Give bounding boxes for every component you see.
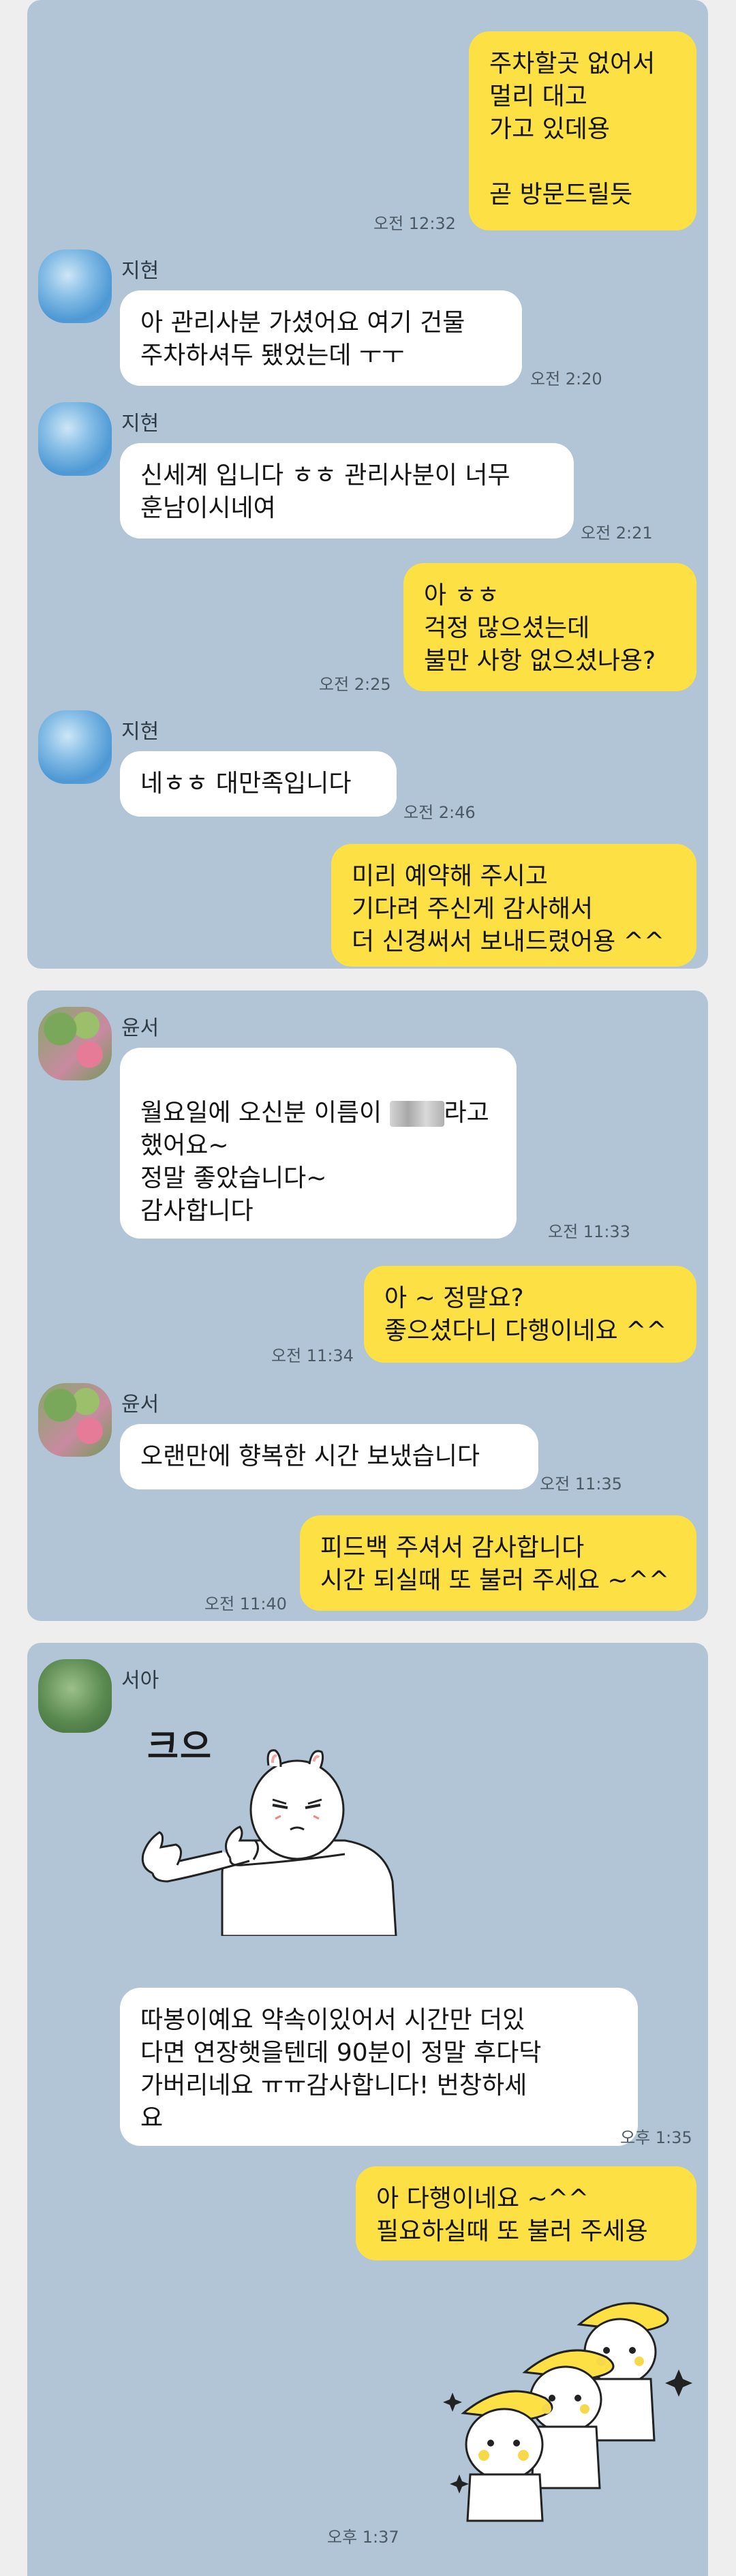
message-text: 라고 bbox=[444, 1099, 489, 1127]
message-text: 했어요~ 정말 좋았습니다~ 감사합니다 bbox=[140, 1132, 327, 1225]
chat-panel-3: 서아 크으 따봉이예요 약속이있어서 시간만 더있 다면 연장햇을텐데 90분이… bbox=[27, 1643, 708, 2576]
received-message-bubble[interactable]: 오랜만에 향복한 시간 보냈습니다 bbox=[120, 1424, 538, 1489]
message-time: 오전 11:34 bbox=[271, 1346, 354, 1365]
avatar[interactable] bbox=[38, 1659, 112, 1733]
message-time: 오전 12:32 bbox=[373, 214, 456, 233]
message-time: 오전 2:25 bbox=[319, 675, 391, 694]
chat-panel-1: 주차할곳 없어서 멀리 대고 가고 있데용 곧 방문드릴듯 오전 12:32 지… bbox=[27, 0, 708, 969]
sender-name: 지현 bbox=[121, 720, 159, 744]
message-text: 월요일에 오신분 이름이 bbox=[140, 1099, 390, 1127]
my-message-bubble[interactable]: 주차할곳 없어서 멀리 대고 가고 있데용 곧 방문드릴듯 bbox=[469, 31, 696, 230]
sender-name: 지현 bbox=[121, 259, 159, 283]
avatar[interactable] bbox=[38, 1383, 112, 1457]
avatar[interactable] bbox=[38, 249, 112, 323]
my-message-bubble[interactable]: 아 ㅎㅎ 걱정 많으셨는데 불만 사항 없으셨나용? bbox=[403, 563, 696, 691]
avatar[interactable] bbox=[38, 402, 112, 476]
message-time: 오후 1:37 bbox=[327, 2528, 399, 2547]
avatar[interactable] bbox=[38, 710, 112, 784]
message-time: 오후 1:35 bbox=[620, 2128, 692, 2147]
blurred-name bbox=[389, 1101, 444, 1127]
dancing-cats-sticker[interactable] bbox=[436, 2277, 708, 2522]
message-time: 오전 11:35 bbox=[540, 1474, 622, 1494]
my-message-bubble[interactable]: 아 ~ 정말요? 좋으셨다니 다행이네요 ^^ bbox=[364, 1266, 696, 1363]
thumbs-up-cat-sticker[interactable] bbox=[120, 1745, 433, 1936]
message-time: 오전 11:33 bbox=[548, 1222, 630, 1241]
sender-name: 윤서 bbox=[121, 1393, 159, 1416]
sender-name: 윤서 bbox=[121, 1016, 159, 1040]
sender-name: 서아 bbox=[121, 1669, 159, 1693]
my-message-bubble[interactable]: 아 다행이네요 ~^^ 필요하실때 또 불러 주세용 bbox=[356, 2166, 696, 2260]
received-message-bubble[interactable]: 아 관리사분 가셨어요 여기 건물 주차하셔두 됐었는데 ㅜㅜ bbox=[120, 290, 522, 386]
received-message-bubble[interactable]: 월요일에 오신분 이름이 라고했어요~ 정말 좋았습니다~ 감사합니다 bbox=[120, 1048, 517, 1239]
sender-name: 지현 bbox=[121, 412, 159, 436]
message-time: 오전 2:20 bbox=[530, 369, 602, 389]
received-message-bubble[interactable]: 따봉이예요 약속이있어서 시간만 더있 다면 연장햇을텐데 90분이 정말 후다… bbox=[120, 1988, 638, 2146]
received-message-bubble[interactable]: 신세계 입니다 ㅎㅎ 관리사분이 너무 훈남이시네여 bbox=[120, 443, 574, 539]
avatar[interactable] bbox=[38, 1007, 112, 1080]
my-message-bubble[interactable]: 미리 예약해 주시고 기다려 주신게 감사해서 더 신경써서 보내드렸어용 ^^ bbox=[331, 844, 696, 967]
received-message-bubble[interactable]: 네ㅎㅎ 대만족입니다 bbox=[120, 751, 397, 817]
message-time: 오전 2:21 bbox=[581, 524, 653, 543]
message-time: 오전 11:40 bbox=[204, 1594, 287, 1613]
my-message-bubble[interactable]: 피드백 주셔서 감사합니다 시간 되실때 또 불러 주세요 ~^^ bbox=[300, 1515, 696, 1611]
chat-panel-2: 윤서 월요일에 오신분 이름이 라고했어요~ 정말 좋았습니다~ 감사합니다 오… bbox=[27, 990, 708, 1621]
message-time: 오전 2:46 bbox=[403, 803, 476, 822]
